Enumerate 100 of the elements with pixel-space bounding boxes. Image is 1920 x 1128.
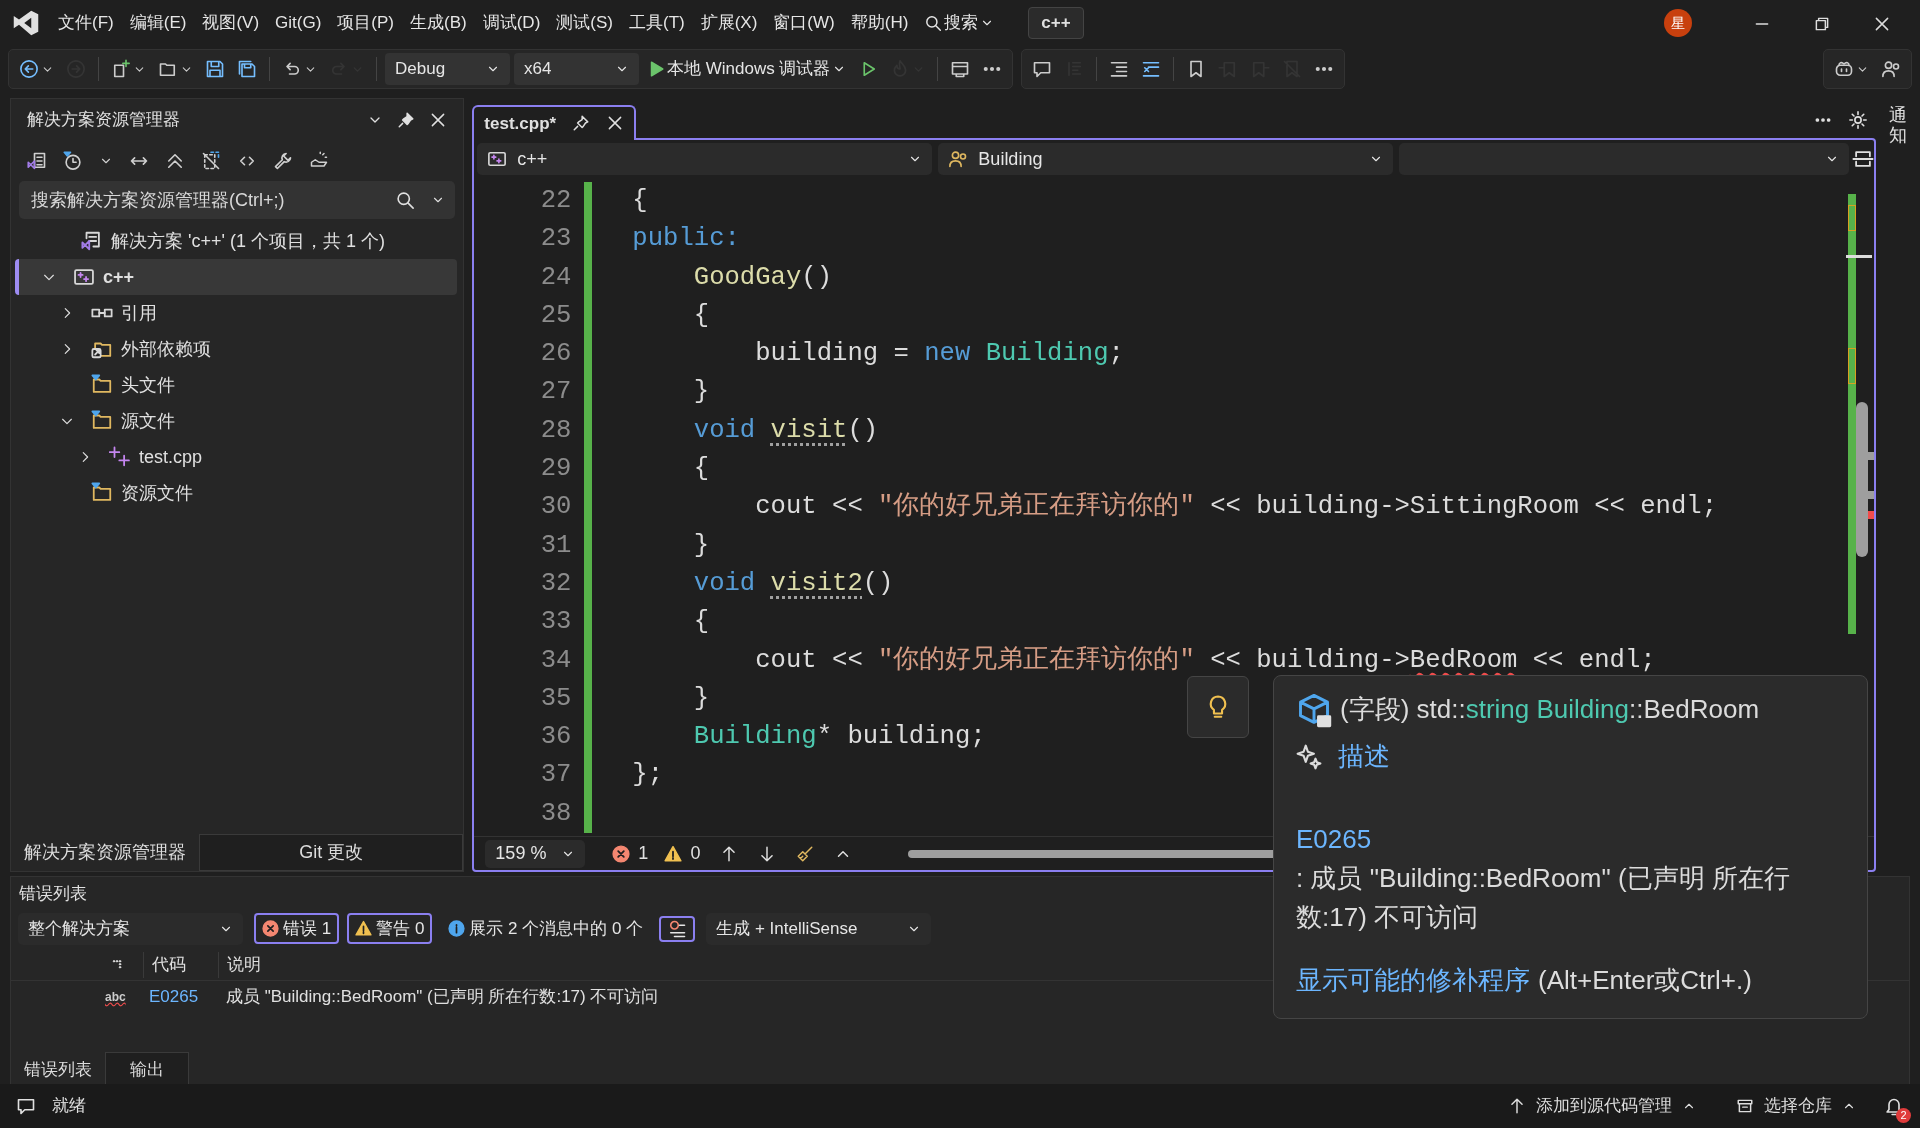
show-fixes-link[interactable]: 显示可能的修补程序 [1296,961,1530,1000]
zoom-dropdown[interactable]: 159 % [485,839,586,868]
code-line: void visit2() [692,567,894,600]
menu-item[interactable]: Git(G) [267,6,330,40]
menu-item[interactable]: 帮助(H) [842,6,917,40]
project-icon [487,149,508,169]
tree-item[interactable]: 引用 [15,295,458,331]
chat-icon[interactable] [16,1096,36,1116]
menu-item[interactable]: 文件(F) [50,6,122,40]
menu-item[interactable]: 工具(T) [620,6,693,40]
error-message: : 成员 "Building::BedRoom" (已声明 所在行数:17) 不可访问 [1296,862,1791,934]
history-icon[interactable] [63,151,83,171]
notification-count: 2 [1896,1107,1911,1123]
code-line: { [692,606,710,639]
code-line: } [692,682,710,715]
search-icon[interactable] [395,190,416,210]
column-header[interactable]: 代码 [143,952,218,978]
editor-tab[interactable]: test.cpp* [472,104,637,140]
filter-button[interactable] [659,915,696,942]
tree-item-label: 解决方案 'c++' (1 个项目，共 1 个) [111,229,385,253]
document-list-icon[interactable] [27,151,47,171]
column-options-icon[interactable] [111,959,123,971]
tree-item-label: 资源文件 [121,481,193,505]
dropdown[interactable]: Building [938,143,1394,175]
menu-item[interactable]: 视图(V) [194,6,268,40]
project-icon [73,266,95,288]
tree-item[interactable]: c++ [15,259,458,295]
warning-icon [355,920,373,937]
line-number: 36 [539,721,572,754]
error-code-link[interactable]: E0265 [1296,820,1372,859]
start-debugging-button[interactable]: 本地 Windows 调试器 [643,54,851,84]
settings-icon[interactable] [1848,110,1869,130]
dropdown[interactable]: c++ [477,143,933,175]
scope-dropdown[interactable]: 整个解决方案 [18,912,243,945]
brush-icon[interactable] [796,844,815,863]
code-line: Building* building; [692,721,986,754]
line-number: 25 [539,299,572,332]
wrench-icon[interactable] [273,151,293,171]
line-number: 30 [539,491,572,524]
menu-item[interactable]: 编辑(E) [121,6,195,40]
menu-item[interactable]: 项目(P) [329,6,402,40]
tree-item[interactable]: test.cpp [15,439,458,475]
tree-item-label: 外部依赖项 [121,337,211,361]
tree-item[interactable]: 资源文件 [15,475,458,511]
collapse-icon[interactable] [165,151,185,171]
tree-item[interactable]: 外部依赖项 [15,331,458,367]
menu-item[interactable]: 窗口(W) [765,6,843,40]
line-number: 28 [539,414,572,447]
pin-icon[interactable] [572,114,591,133]
search-button[interactable]: 搜索 [920,8,999,38]
info-filter-button[interactable]: 展示 2 个消息中的 0 个 [440,912,652,945]
lightbulb-button[interactable] [1187,676,1249,738]
source-dropdown[interactable]: 生成 + IntelliSense [706,912,932,945]
folder-icon [91,374,113,396]
panel-tab[interactable]: Git 更改 [199,834,464,871]
folder-icon [91,482,113,504]
tree-item[interactable]: 源文件 [15,403,458,439]
split-view-icon[interactable] [1852,148,1875,170]
menu-item[interactable]: 生成(B) [402,6,475,40]
line-number: 35 [539,682,572,715]
pin-icon[interactable] [397,111,416,129]
code-line: GoodGay() [692,261,833,294]
repository-button[interactable]: 选择仓库 [1732,1091,1860,1121]
dropdown[interactable]: Debug [385,53,510,85]
code-line: { [692,299,710,332]
tree-item[interactable]: 解决方案 'c++' (1 个项目，共 1 个) [15,223,458,259]
source-control-button[interactable]: 添加到源代码管理 [1504,1091,1700,1121]
menu-item[interactable]: 扩展(X) [692,6,766,40]
describe-link[interactable]: 描述 [1338,737,1390,776]
error-filter-button[interactable]: 错误 1 [254,912,340,945]
tree-item-label: 源文件 [121,409,175,433]
search-icon [924,14,943,32]
robot-face-icon[interactable] [1834,59,1854,79]
info-icon [448,920,466,937]
new-item-icon[interactable] [111,59,131,79]
column-header[interactable]: 说明 [218,952,618,978]
search-box[interactable]: 搜索解决方案资源管理器(Ctrl+;) [19,181,456,219]
error-code-link[interactable]: E0265 [141,983,218,1010]
table-cell-text: 成员 "Building::BedRoom" (已声明 所在行数:17) 不可访问 [225,985,660,1008]
code-line: public: [632,223,740,256]
side-tab[interactable]: 通知 [1889,106,1908,872]
search-input[interactable]: 搜索解决方案资源管理器(Ctrl+;) [29,185,380,215]
menu-item[interactable]: 测试(S) [548,6,621,40]
line-number: 32 [539,567,572,600]
warning-filter-button[interactable]: 警告 0 [347,912,433,945]
up-arrow-icon [1508,1097,1526,1115]
tree-item[interactable]: 头文件 [15,367,458,403]
solution-icon [81,230,103,252]
code-line: } [692,529,710,562]
line-number: 29 [539,453,572,486]
line-number: 31 [539,529,572,562]
menu-item[interactable]: 调试(D) [474,6,549,40]
error-count[interactable]: 1 [612,840,649,867]
sparkle-icon [1296,743,1322,770]
avatar[interactable]: 星 [1664,9,1692,37]
intellisense-mark: abc [105,988,127,1006]
warning-count[interactable]: 0 [664,840,701,867]
panel-tab[interactable]: 输出 [105,1051,189,1087]
dropdown[interactable]: x64 [514,53,639,85]
dashed-files-icon[interactable] [201,151,221,171]
